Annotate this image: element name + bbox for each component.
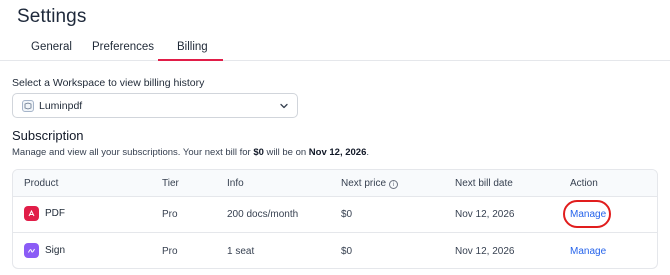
manage-sign-link[interactable]: Manage	[570, 246, 606, 257]
info-cell: 1 seat	[227, 246, 255, 257]
workspace-select[interactable]: Luminpdf	[12, 93, 298, 118]
header-next-bill-date: Next bill date	[455, 178, 513, 189]
settings-tabs: General Preferences Billing	[0, 34, 670, 61]
table-row: PDF Pro 200 docs/month $0 Nov 12, 2026 M…	[13, 197, 657, 233]
subscription-heading: Subscription	[12, 128, 84, 143]
active-tab-indicator	[158, 59, 223, 61]
info-icon[interactable]: i	[389, 180, 399, 189]
chevron-down-icon	[280, 103, 288, 109]
header-product: Product	[24, 178, 59, 189]
next-price-cell: $0	[341, 209, 353, 220]
next-bill-date-cell: Nov 12, 2026	[455, 246, 515, 257]
next-bill-date: Nov 12, 2026	[308, 147, 367, 158]
tier-cell: Pro	[162, 209, 178, 220]
workspace-select-label: Select a Workspace to view billing histo…	[12, 77, 205, 89]
tier-cell: Pro	[162, 246, 178, 257]
header-next-price: Next price i	[341, 178, 399, 189]
next-bill-amount: $0	[253, 147, 264, 158]
tab-billing[interactable]: Billing	[177, 41, 208, 53]
table-header: Product Tier Info Next price i Next bill …	[13, 170, 657, 197]
header-action: Action	[570, 178, 598, 189]
header-tier: Tier	[162, 178, 179, 189]
header-info: Info	[227, 178, 244, 189]
product-name: Sign	[45, 245, 66, 256]
next-price-cell: $0	[341, 246, 353, 257]
workspace-selected-value: Luminpdf	[39, 100, 83, 112]
subscription-table: Product Tier Info Next price i Next bill …	[12, 169, 658, 269]
tab-general[interactable]: General	[31, 41, 72, 53]
highlight-annotation-circle	[563, 200, 611, 228]
sign-icon	[24, 243, 39, 258]
pdf-icon	[24, 206, 39, 221]
next-bill-date-cell: Nov 12, 2026	[455, 209, 515, 220]
tab-preferences[interactable]: Preferences	[92, 41, 154, 53]
page-title: Settings	[17, 6, 87, 27]
subscription-description: Manage and view all your subscriptions. …	[12, 147, 370, 158]
info-cell: 200 docs/month	[227, 209, 299, 220]
workspace-logo-icon	[22, 100, 34, 112]
product-name: PDF	[45, 208, 65, 219]
table-row: Sign Pro 1 seat $0 Nov 12, 2026 Manage	[13, 234, 657, 268]
